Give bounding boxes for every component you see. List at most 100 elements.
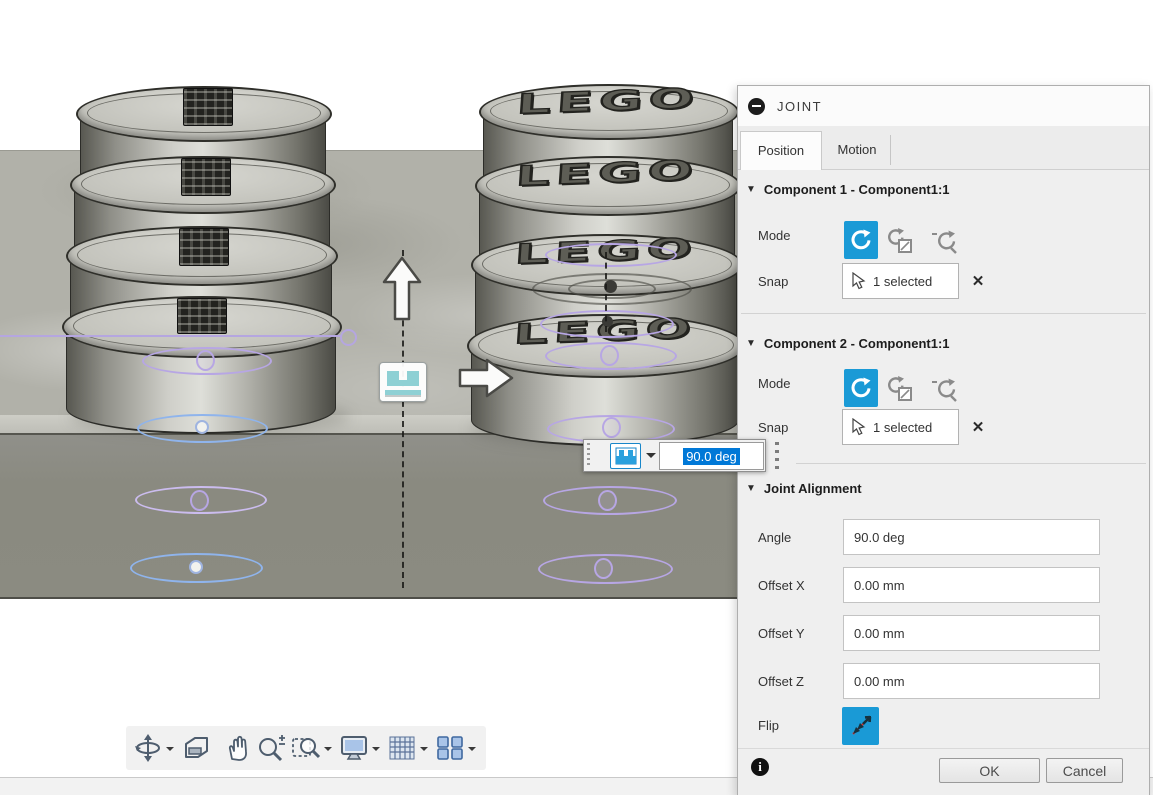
zoom-window-icon: [291, 734, 321, 762]
section-header-component1[interactable]: ▼ Component 1 - Component1:1: [746, 182, 950, 197]
orbit-button[interactable]: [132, 730, 164, 766]
flip-label: Flip: [758, 718, 779, 733]
stud-top: LEGO: [479, 84, 739, 140]
look-at-icon: [182, 735, 210, 761]
rigid-joint-icon: [615, 447, 637, 465]
joint-origin-icon[interactable]: [379, 362, 427, 402]
offset-z-label: Offset Z: [758, 674, 804, 689]
ok-button[interactable]: OK: [939, 758, 1040, 783]
display-settings-button[interactable]: [338, 730, 370, 766]
offset-z-input[interactable]: [843, 663, 1100, 699]
mode-motion-limits-button[interactable]: [931, 227, 959, 255]
app-window: LEGO LEGO LEGO LEGO: [0, 0, 1153, 795]
lego-logo-emboss: [177, 298, 227, 334]
viewports-icon: [435, 734, 465, 762]
mode-between-faces-button[interactable]: [886, 375, 914, 403]
clear-selection-icon[interactable]: ✕: [969, 418, 987, 436]
lego-logo-emboss: [181, 158, 231, 196]
zoom-icon: [257, 734, 287, 762]
motion-limits-icon: [931, 375, 959, 403]
offset-y-input[interactable]: [843, 615, 1100, 651]
mode-between-faces-button[interactable]: [886, 227, 914, 255]
snap-label: Snap: [758, 420, 788, 435]
pan-button[interactable]: [222, 730, 254, 766]
section-divider: [741, 313, 1146, 314]
mode-simple-button[interactable]: [844, 221, 878, 259]
selected-text: 90.0 deg: [683, 448, 740, 465]
look-at-button[interactable]: [180, 730, 212, 766]
snap-marker-ring[interactable]: [600, 345, 619, 366]
floating-value-toolbar: 90.0 deg: [583, 439, 766, 472]
cancel-button[interactable]: Cancel: [1046, 758, 1123, 783]
snap-marker-ball[interactable]: [602, 316, 613, 327]
offset-x-input[interactable]: [843, 567, 1100, 603]
angle-inline-input[interactable]: 90.0 deg: [659, 442, 764, 470]
angle-input[interactable]: [843, 519, 1100, 555]
joint-type-button[interactable]: [610, 443, 641, 469]
snap-axis-line: [0, 335, 341, 337]
footer-divider: [738, 748, 1149, 749]
mode-label: Mode: [758, 228, 791, 243]
mode-simple-button[interactable]: [844, 369, 878, 407]
dialog-header: JOINT: [738, 86, 1149, 127]
tab-separator: [890, 135, 891, 165]
viewports-button[interactable]: [434, 730, 466, 766]
snap-marker-ring[interactable]: [602, 417, 621, 438]
grid-icon: [387, 734, 417, 762]
dialog-title: JOINT: [777, 99, 822, 114]
snap-label: Snap: [758, 274, 788, 289]
offset-x-label: Offset X: [758, 578, 805, 593]
collapse-caret-icon[interactable]: ▼: [746, 338, 756, 349]
joint-dialog: JOINT Position Motion ▼ Component 1 - Co…: [737, 85, 1150, 795]
flip-button[interactable]: [842, 707, 879, 745]
mode-motion-limits-button[interactable]: [931, 375, 959, 403]
lego-logo-emboss: [179, 228, 229, 266]
clear-selection-icon[interactable]: ✕: [969, 272, 987, 290]
orbit-icon: [134, 733, 162, 763]
snap-axis-end-circle: [340, 329, 357, 346]
grid-settings-dropdown-caret[interactable]: [420, 747, 428, 755]
snap-selection-count: 1 selected: [873, 420, 932, 435]
display-settings-icon: [339, 734, 369, 762]
chevron-down-icon[interactable]: [646, 453, 656, 463]
snap-marker[interactable]: [545, 243, 677, 267]
section-divider: [796, 463, 1146, 464]
tab-motion[interactable]: Motion: [822, 131, 892, 168]
offset-y-label: Offset Y: [758, 626, 805, 641]
section-header-joint-alignment[interactable]: ▼ Joint Alignment: [746, 481, 862, 496]
grid-settings-button[interactable]: [386, 730, 418, 766]
dialog-drag-grip-icon[interactable]: [775, 442, 779, 472]
cursor-icon: [852, 418, 866, 436]
zoom-window-dropdown-caret[interactable]: [324, 747, 332, 755]
zoom-window-button[interactable]: [290, 730, 322, 766]
snap-marker-dot[interactable]: [189, 560, 203, 574]
snap-selection-button[interactable]: 1 selected: [842, 263, 959, 299]
snap-selection-button[interactable]: 1 selected: [842, 409, 959, 445]
zoom-button[interactable]: [256, 730, 288, 766]
between-two-faces-icon: [886, 227, 914, 255]
lego-logo-emboss: [183, 88, 233, 126]
viewports-dropdown-caret[interactable]: [468, 747, 476, 755]
dialog-tab-bar: Position Motion: [738, 126, 1149, 170]
info-icon[interactable]: i: [751, 758, 769, 776]
joint-axis-line: [605, 252, 607, 332]
snap-marker-ring[interactable]: [196, 350, 215, 371]
snap-marker-ring[interactable]: [598, 490, 617, 511]
collapse-caret-icon[interactable]: ▼: [746, 483, 756, 494]
snap-selection-count: 1 selected: [873, 274, 932, 289]
view-navigation-toolbar: [126, 726, 486, 770]
motion-limits-icon: [931, 227, 959, 255]
pan-hand-icon: [225, 734, 251, 762]
snap-marker-ring[interactable]: [594, 558, 613, 579]
orbit-dropdown-caret[interactable]: [166, 747, 174, 755]
section-header-component2[interactable]: ▼ Component 2 - Component1:1: [746, 336, 950, 351]
snap-marker-dot[interactable]: [195, 420, 209, 434]
drag-grip-icon[interactable]: [587, 443, 590, 467]
tab-position[interactable]: Position: [740, 131, 822, 170]
collapse-dialog-icon[interactable]: [748, 98, 765, 115]
collapse-caret-icon[interactable]: ▼: [746, 184, 756, 195]
display-settings-dropdown-caret[interactable]: [372, 747, 380, 755]
move-up-arrow-handle[interactable]: [382, 256, 422, 322]
snap-marker-ring[interactable]: [190, 490, 209, 511]
move-right-arrow-handle[interactable]: [458, 357, 514, 399]
